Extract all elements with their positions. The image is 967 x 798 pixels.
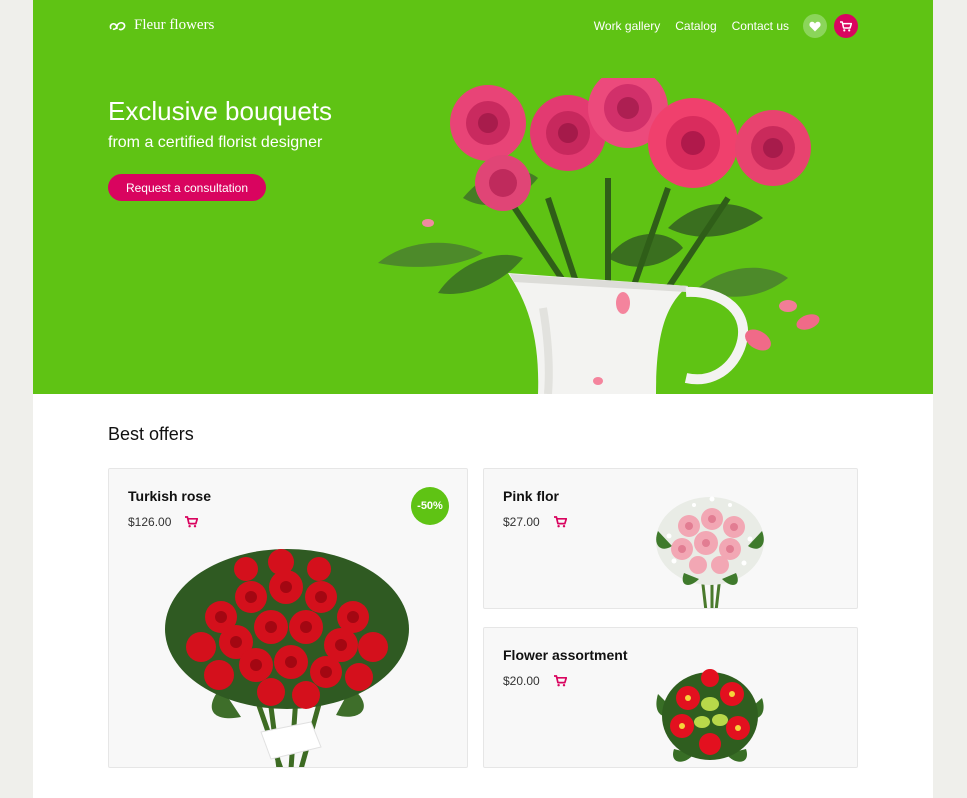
rose-vase-image xyxy=(378,78,820,394)
hero-subtitle: from a certified florist designer xyxy=(108,134,323,151)
page: Fleur flowers Work gallery Catalog Conta… xyxy=(33,0,933,798)
site-header: Fleur flowers Work gallery Catalog Conta… xyxy=(108,14,858,40)
heart-icon xyxy=(809,21,821,31)
request-consultation-button[interactable]: Request a consultation xyxy=(108,174,266,201)
product-name: Turkish rose xyxy=(128,488,211,504)
red-rose-bouquet-image xyxy=(165,549,409,767)
wishlist-button[interactable] xyxy=(803,14,827,38)
product-card-flower-assortment[interactable]: Flower assortment $20.00 xyxy=(483,627,858,768)
nav-catalog[interactable]: Catalog xyxy=(675,19,716,33)
add-to-cart-icon[interactable] xyxy=(553,675,567,687)
add-to-cart-icon[interactable] xyxy=(185,516,199,528)
product-card-pink-flor[interactable]: Pink flor $27.00 xyxy=(483,468,858,609)
product-price-row: $20.00 xyxy=(503,674,567,688)
product-price: $20.00 xyxy=(503,674,540,688)
product-name: Pink flor xyxy=(503,488,560,504)
cart-button[interactable] xyxy=(834,14,858,38)
product-price: $126.00 xyxy=(128,515,172,529)
mixed-flower-bouquet-image xyxy=(656,669,764,762)
nav-work-gallery[interactable]: Work gallery xyxy=(594,19,660,33)
hero-title: Exclusive bouquets xyxy=(108,96,333,126)
main-nav: Work gallery Catalog Contact us xyxy=(594,14,858,38)
product-price: $27.00 xyxy=(503,515,540,529)
best-offers-title: Best offers xyxy=(108,424,194,444)
product-card-turkish-rose[interactable]: Turkish rose $126.00 -50% xyxy=(108,468,468,768)
nav-contact-us[interactable]: Contact us xyxy=(732,19,789,33)
add-to-cart-icon[interactable] xyxy=(553,516,567,528)
logo[interactable]: Fleur flowers xyxy=(108,17,214,34)
cart-icon xyxy=(840,20,852,31)
logo-text: Fleur flowers xyxy=(134,17,215,33)
discount-badge: -50% xyxy=(411,487,449,525)
hero-banner: Fleur flowers Work gallery Catalog Conta… xyxy=(33,0,933,394)
product-price-row: $126.00 xyxy=(128,515,199,529)
pink-rose-bouquet-image xyxy=(656,496,764,608)
flower-logo-icon xyxy=(109,21,126,30)
product-price-row: $27.00 xyxy=(503,515,567,529)
product-name: Flower assortment xyxy=(503,647,628,663)
